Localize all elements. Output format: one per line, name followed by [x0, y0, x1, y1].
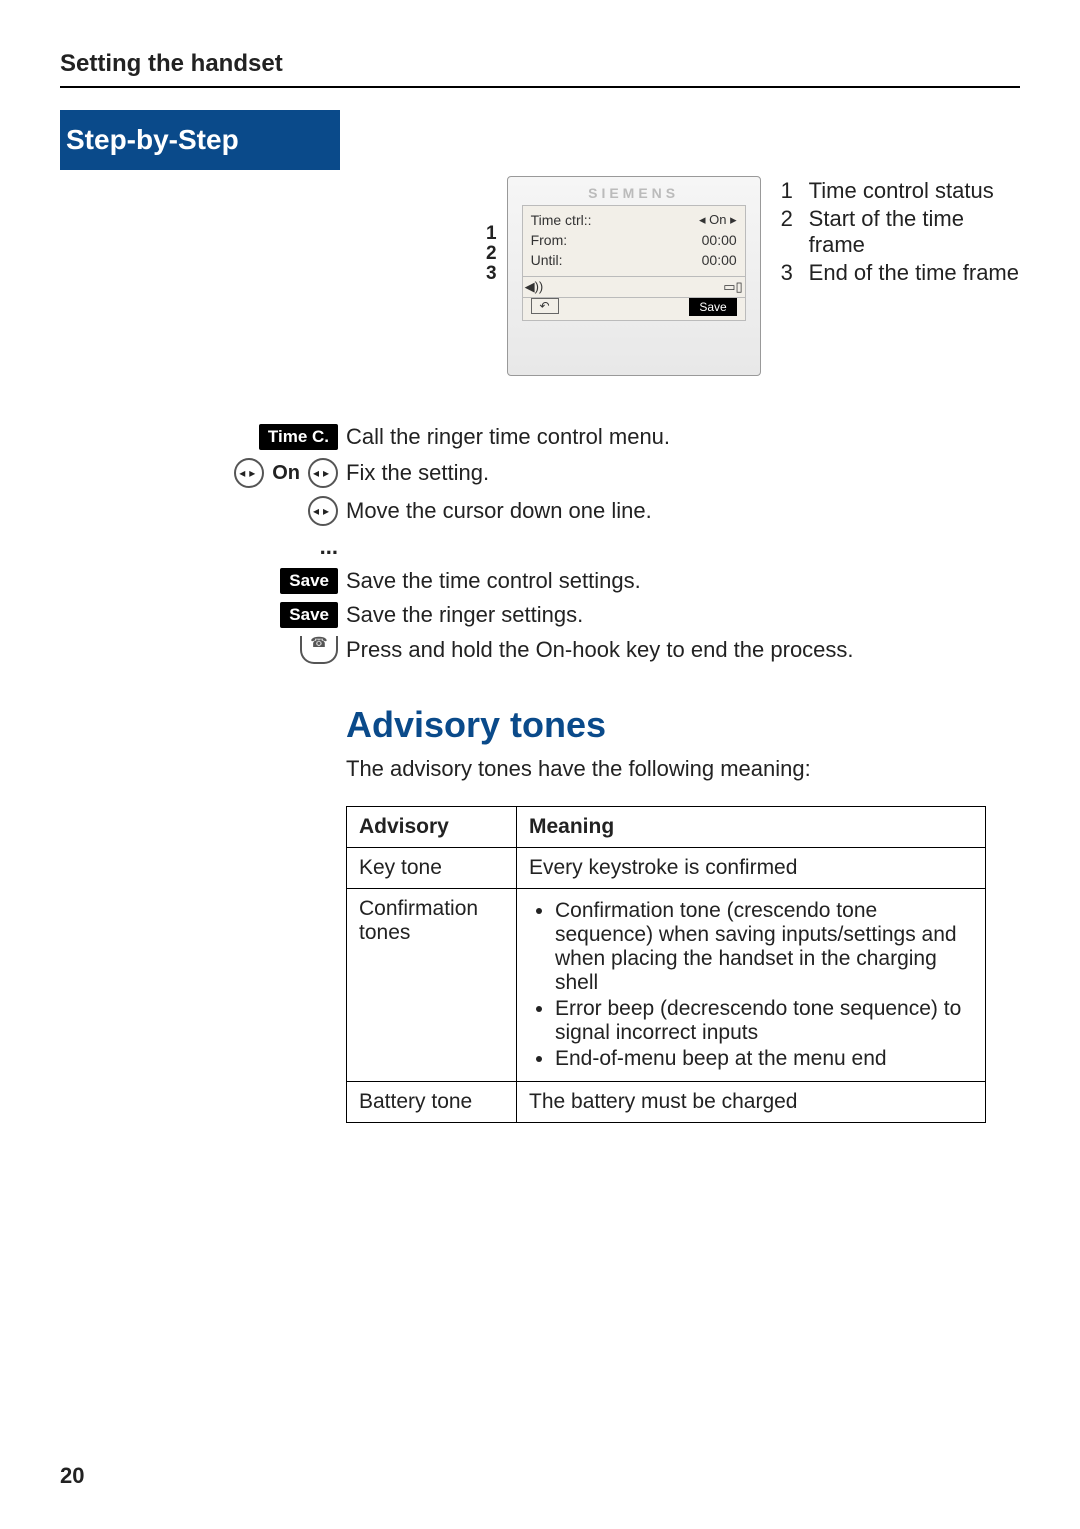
section-intro: The advisory tones have the following me…	[346, 756, 1020, 782]
softkey-time-c: Time C.	[259, 424, 338, 450]
table-header-meaning: Meaning	[517, 807, 986, 848]
softkey-save: Save	[280, 602, 338, 628]
instruction-text: Save the ringer settings.	[346, 602, 1020, 628]
page-header: Setting the handset	[60, 50, 1020, 88]
instruction-text: Save the time control settings.	[346, 568, 1020, 594]
nav-key-icon	[308, 496, 338, 526]
display-save-key: Save	[689, 298, 736, 316]
advisory-tones-table: Advisory Meaning Key tone Every keystrok…	[346, 806, 986, 1123]
page-number: 20	[60, 1463, 84, 1489]
speaker-icon: ◀))	[525, 279, 544, 295]
display-legend: 1Time control status 2Start of the time …	[781, 176, 1020, 288]
on-label: On	[272, 462, 300, 485]
onhook-key-icon	[300, 636, 338, 664]
nav-key-icon	[308, 458, 338, 488]
instruction-text: Fix the setting.	[346, 460, 1020, 486]
table-row: Battery tone The battery must be charged	[347, 1082, 986, 1123]
nav-key-icon	[234, 458, 264, 488]
instruction-text: Call the ringer time control menu.	[346, 424, 1020, 450]
section-heading-advisory-tones: Advisory tones	[346, 704, 1020, 746]
instruction-text: Press and hold the On-hook key to end th…	[346, 637, 1020, 663]
battery-icon: ▭▯	[723, 279, 742, 295]
back-icon: ↶	[531, 298, 559, 314]
softkey-save: Save	[280, 568, 338, 594]
table-header-advisory: Advisory	[347, 807, 517, 848]
table-row: Key tone Every keystroke is confirmed	[347, 848, 986, 889]
handset-display-illustration: SIEMENS Time ctrl::◂ On ▸ From:00:00 Unt…	[507, 176, 761, 376]
instruction-list: Time C. Call the ringer time control men…	[146, 424, 1020, 664]
brand-label: SIEMENS	[522, 185, 746, 201]
table-row: Confirmation tones Confirmation tone (cr…	[347, 889, 986, 1082]
instruction-text: Move the cursor down one line.	[346, 498, 1020, 524]
ellipsis-icon: ...	[320, 534, 338, 560]
display-leader-numbers: 1 2 3	[486, 224, 497, 284]
step-by-step-banner: Step-by-Step	[60, 110, 340, 170]
